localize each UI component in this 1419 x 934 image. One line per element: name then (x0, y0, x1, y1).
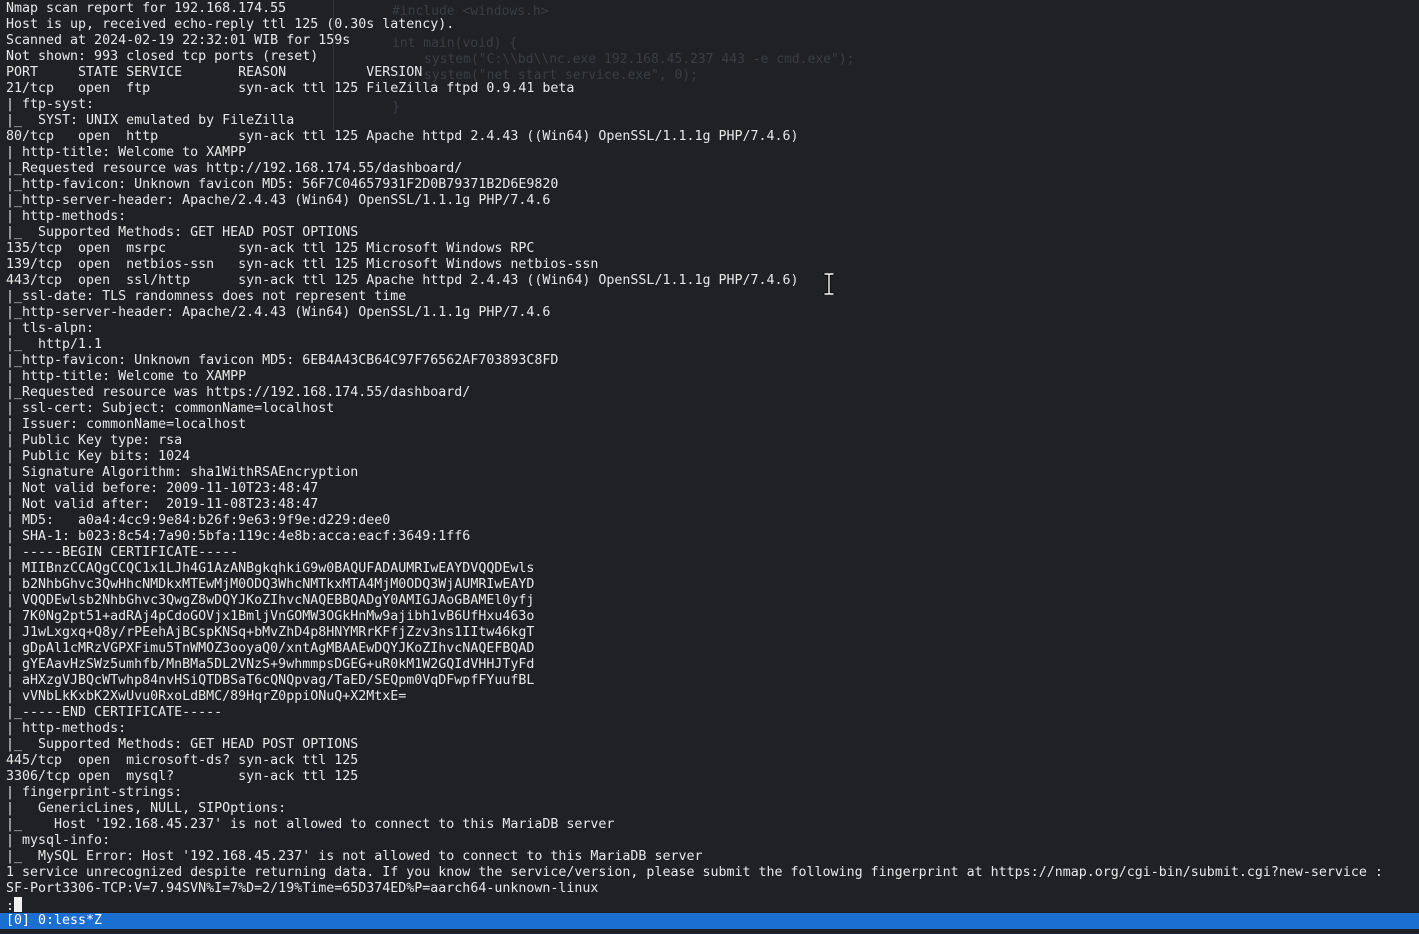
terminal-line: 445/tcp open microsoft-ds? syn-ack ttl 1… (6, 753, 359, 768)
terminal-window[interactable]: #include <windows.h> int main(void) { sy… (0, 0, 1419, 934)
terminal-line: | gYEAavHzSWz5umhfb/MnBMa5DL2VNzS+9whmmp… (6, 657, 535, 672)
terminal-line: | b2NhbGhvc3QwHhcNMDkxMTEwMjM0ODQ3WhcNMT… (6, 577, 535, 592)
terminal-line: | -----BEGIN CERTIFICATE----- (6, 545, 239, 560)
terminal-line: |_-----END CERTIFICATE----- (6, 705, 223, 720)
terminal-line: | Not valid after: 2019-11-08T23:48:47 (6, 497, 319, 512)
terminal-line: | tls-alpn: (6, 321, 95, 336)
terminal-line: | Public Key bits: 1024 (6, 449, 191, 464)
terminal-line: | http-title: Welcome to XAMPP (6, 369, 247, 384)
terminal-line: | Issuer: commonName=localhost (6, 417, 247, 432)
terminal-line: | 7K0Ng2pt51+adRAj4pCdoGOVjx1BmljVnGOMW3… (6, 609, 535, 624)
terminal-line: |_http-favicon: Unknown favicon MD5: 56F… (6, 177, 559, 192)
status-bar-bottom-edge (0, 929, 1419, 934)
tmux-window-label[interactable]: [0] 0:less*Z (6, 913, 102, 929)
terminal-line: |_ Supported Methods: GET HEAD POST OPTI… (6, 225, 359, 240)
terminal-line: | Signature Algorithm: sha1WithRSAEncryp… (6, 465, 359, 480)
terminal-line: |_ SYST: UNIX emulated by FileZilla (6, 113, 295, 128)
terminal-line: | MIIBnzCCAQgCCQC1x1LJh4G1AzANBgkqhkiG9w… (6, 561, 535, 576)
terminal-line: |_http-favicon: Unknown favicon MD5: 6EB… (6, 353, 559, 368)
terminal-line: | ssl-cert: Subject: commonName=localhos… (6, 401, 335, 416)
prompt-char: : (6, 899, 15, 914)
terminal-line: |_ Supported Methods: GET HEAD POST OPTI… (6, 737, 359, 752)
terminal-line: | Not valid before: 2009-11-10T23:48:47 (6, 481, 319, 496)
less-prompt[interactable]: : (6, 897, 23, 914)
tmux-status-bar: [0] 0:less*Z (0, 913, 1419, 929)
terminal-line: |_Requested resource was https://192.168… (6, 385, 471, 400)
terminal-line: | ftp-syst: (6, 97, 95, 112)
terminal-line: 3306/tcp open mysql? syn-ack ttl 125 (6, 769, 359, 784)
terminal-line: SF-Port3306-TCP:V=7.94SVN%I=7%D=2/19%Tim… (6, 881, 599, 896)
ibeam-cursor-icon (823, 273, 835, 295)
terminal-line: | mysql-info: (6, 833, 111, 848)
terminal-line: PORT STATE SERVICE REASON VERSION (6, 65, 423, 80)
terminal-line: Not shown: 993 closed tcp ports (reset) (6, 49, 319, 64)
terminal-line: | fingerprint-strings: (6, 785, 183, 800)
terminal-line: | SHA-1: b023:8c54:7a90:5bfa:119c:4e8b:a… (6, 529, 471, 544)
terminal-line: |_ http/1.1 (6, 337, 103, 352)
terminal-line: | MD5: a0a4:4cc9:9e84:b26f:9e63:9f9e:d22… (6, 513, 391, 528)
terminal-line: Host is up, received echo-reply ttl 125 … (6, 17, 455, 32)
terminal-line: | http-title: Welcome to XAMPP (6, 145, 247, 160)
terminal-line: |_http-server-header: Apache/2.4.43 (Win… (6, 305, 551, 320)
terminal-line: | gDpAl1cMRzVGPXFimu5TnWMOZ3ooyaQ0/xntAg… (6, 641, 535, 656)
terminal-line: | http-methods: (6, 721, 127, 736)
terminal-line: |_ MySQL Error: Host '192.168.45.237' is… (6, 849, 703, 864)
terminal-line: Scanned at 2024-02-19 22:32:01 WIB for 1… (6, 33, 351, 48)
terminal-line: 21/tcp open ftp syn-ack ttl 125 FileZill… (6, 81, 575, 96)
terminal-line: 80/tcp open http syn-ack ttl 125 Apache … (6, 129, 799, 144)
terminal-line: 443/tcp open ssl/http syn-ack ttl 125 Ap… (6, 273, 799, 288)
terminal-line: | Public Key type: rsa (6, 433, 183, 448)
terminal-line: 135/tcp open msrpc syn-ack ttl 125 Micro… (6, 241, 535, 256)
terminal-line: | VQQDEwlsb2NhbGhvc3QwgZ8wDQYJKoZIhvcNAQ… (6, 593, 535, 608)
terminal-line: | GenericLines, NULL, SIPOptions: (6, 801, 287, 816)
terminal-line: |_Requested resource was http://192.168.… (6, 161, 463, 176)
terminal-line: Nmap scan report for 192.168.174.55 (6, 1, 287, 16)
terminal-line: |_ Host '192.168.45.237' is not allowed … (6, 817, 615, 832)
terminal-line: | vVNbLkKxbK2XwUvu0RxoLdBMC/89HqrZ0ppiON… (6, 689, 407, 704)
terminal-line: 139/tcp open netbios-ssn syn-ack ttl 125… (6, 257, 599, 272)
terminal-line: |_ssl-date: TLS randomness does not repr… (6, 289, 407, 304)
terminal-line: 1 service unrecognized despite returning… (6, 865, 1383, 880)
terminal-line: |_http-server-header: Apache/2.4.43 (Win… (6, 193, 551, 208)
terminal-line: | http-methods: (6, 209, 127, 224)
text-cursor (14, 897, 23, 912)
terminal-line: | J1wLxgxq+Q8y/rPEehAjBCspKNSq+bMvZhD4p8… (6, 625, 535, 640)
terminal-output: Nmap scan report for 192.168.174.55 Host … (6, 1, 1383, 897)
terminal-line: | aHXzgVJBQcWTwhp84nvHSiQTDBSaT6cQNQpvag… (6, 673, 535, 688)
